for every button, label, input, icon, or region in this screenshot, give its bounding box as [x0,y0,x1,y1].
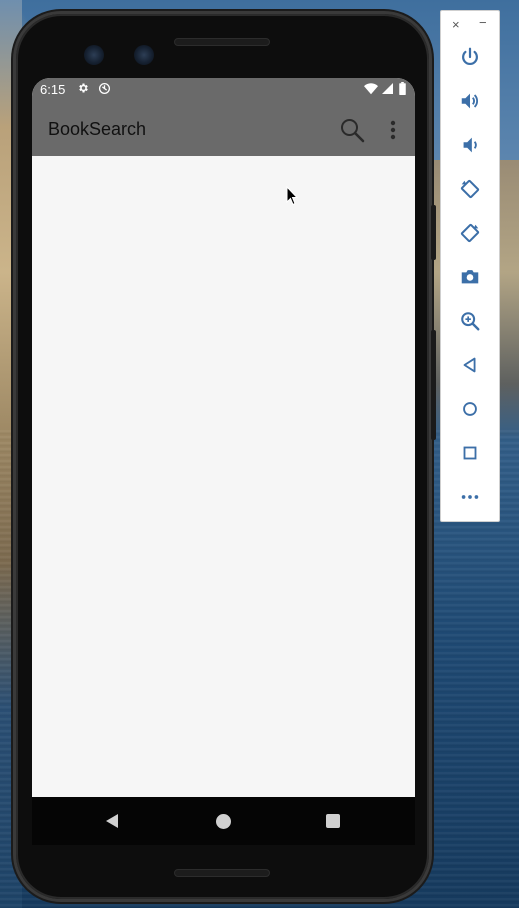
rotate-right-button[interactable] [455,218,485,248]
emulator-close-button[interactable]: × [452,17,460,32]
zoom-icon [461,312,480,331]
overview-icon [463,446,477,460]
back-button[interactable] [455,350,485,380]
search-icon[interactable] [339,117,365,143]
bottom-speaker [174,869,270,877]
sync-status-icon [98,82,111,95]
volume-up-button[interactable] [455,86,485,116]
home-icon [463,402,477,416]
nav-home-icon[interactable] [216,814,231,829]
rotate-left-icon [460,179,480,199]
volume-up-icon [461,93,479,109]
camera-icon [461,270,479,284]
emulator-toolbar: × − [440,10,500,522]
power-icon [462,47,478,66]
more-icon [461,495,479,499]
screenshot-button[interactable] [455,262,485,292]
battery-icon [399,82,406,95]
more-button[interactable] [455,482,485,512]
nav-recents-icon[interactable] [326,814,340,828]
phone-side-button-volume[interactable] [431,330,436,440]
emulator-minimize-button[interactable]: − [479,15,487,30]
app-title: BookSearch [48,119,147,139]
device-screen: 6:15 BookSearch [32,78,415,797]
overflow-menu-icon[interactable] [384,118,402,142]
phone-side-button-power[interactable] [431,205,436,260]
nav-back-icon[interactable] [104,813,120,829]
rotate-right-icon [460,223,480,243]
volume-down-button[interactable] [455,130,485,160]
home-button[interactable] [455,394,485,424]
wifi-icon [364,83,378,95]
system-navigation-bar [32,797,415,845]
rotate-left-button[interactable] [455,174,485,204]
main-content-area [32,156,415,797]
overview-button[interactable] [455,438,485,468]
volume-down-icon [463,137,477,153]
settings-gear-icon [79,83,88,93]
power-button[interactable] [455,42,485,72]
status-bar: 6:15 [32,78,415,100]
front-camera-left [84,45,104,65]
back-icon [463,357,476,373]
top-speaker [174,38,270,46]
cell-signal-icon [382,83,393,94]
front-camera-right [134,45,154,65]
app-toolbar: BookSearch [32,100,415,156]
status-time: 6:15 [40,82,66,97]
mouse-cursor-icon [286,186,298,206]
zoom-button[interactable] [455,306,485,336]
